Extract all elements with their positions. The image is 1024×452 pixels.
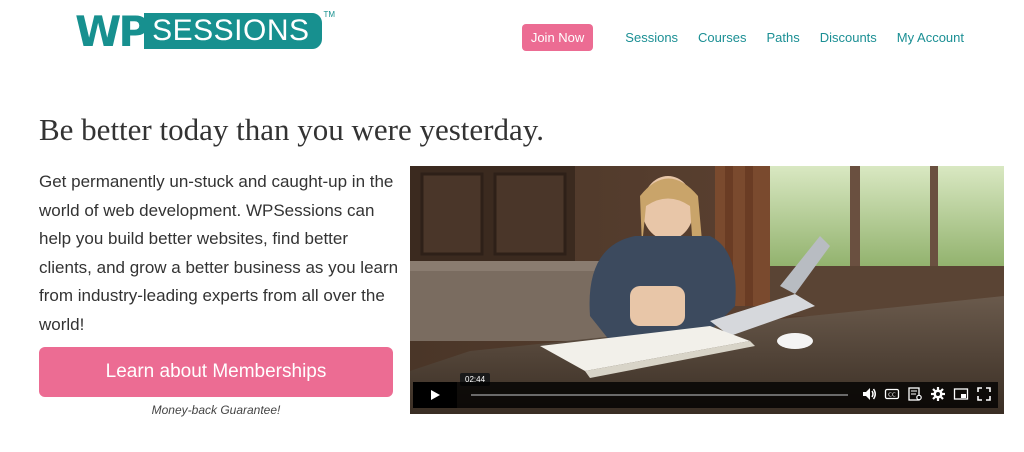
- logo-wp-text: WP: [75, 7, 149, 56]
- learn-about-memberships-button[interactable]: Learn about Memberships: [39, 347, 393, 397]
- pip-icon[interactable]: [953, 386, 969, 402]
- nav-link-discounts[interactable]: Discounts: [820, 30, 877, 45]
- video-progress-bar[interactable]: [471, 394, 848, 396]
- logo-sessions-text: SESSIONS: [152, 14, 310, 47]
- logo-sessions-box: SESSIONS: [144, 13, 322, 49]
- settings-icon[interactable]: [930, 386, 946, 402]
- wpsessions-logo[interactable]: WP SESSIONS TM: [75, 7, 336, 56]
- main-nav: Join Now Sessions Courses Paths Discount…: [521, 24, 964, 51]
- video-controls-bar: CC: [413, 382, 998, 408]
- intro-video-player[interactable]: 02:44 CC: [410, 166, 1004, 414]
- nav-link-paths[interactable]: Paths: [766, 30, 799, 45]
- transcript-icon[interactable]: [907, 386, 923, 402]
- money-back-guarantee-note: Money-back Guarantee!: [151, 403, 281, 417]
- hero-headline: Be better today than you were yesterday.: [39, 112, 544, 147]
- video-control-icons: CC: [854, 386, 992, 402]
- play-icon: [431, 390, 440, 400]
- play-button[interactable]: [413, 382, 457, 408]
- captions-icon[interactable]: CC: [884, 386, 900, 402]
- nav-link-sessions[interactable]: Sessions: [625, 30, 678, 45]
- hero-intro-text: Get permanently un-stuck and caught-up i…: [39, 172, 399, 334]
- logo-trademark: TM: [323, 10, 336, 19]
- fullscreen-icon[interactable]: [976, 386, 992, 402]
- volume-icon[interactable]: [861, 386, 877, 402]
- nav-link-courses[interactable]: Courses: [698, 30, 746, 45]
- nav-link-my-account[interactable]: My Account: [897, 30, 964, 45]
- join-now-button[interactable]: Join Now: [521, 24, 594, 51]
- svg-text:CC: CC: [888, 393, 896, 399]
- video-frame: [410, 166, 1004, 414]
